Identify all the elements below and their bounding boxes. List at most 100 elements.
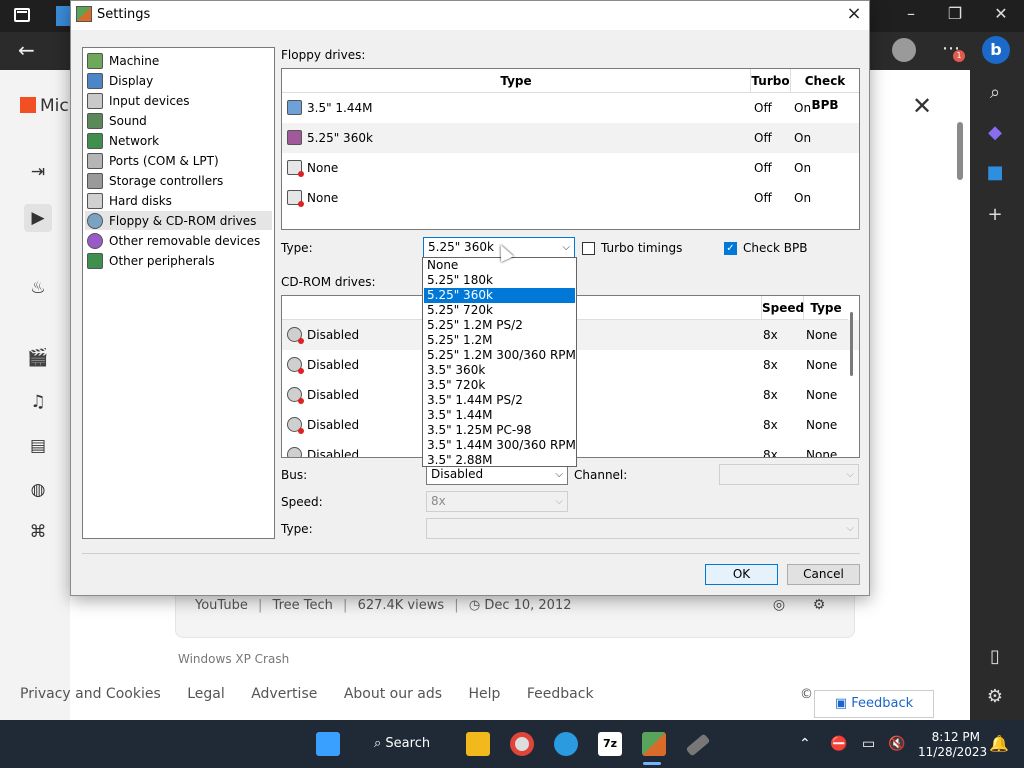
footer-link-help[interactable]: Help	[469, 686, 501, 702]
storage-controller-icon	[87, 172, 103, 189]
tree-item-ports[interactable]: Ports (COM & LPT)	[85, 151, 272, 170]
dropdown-option-selected[interactable]: 5.25" 360k	[424, 288, 575, 303]
chrome-icon[interactable]	[510, 732, 534, 756]
turbo-timings-checkbox[interactable]: Turbo timings	[582, 241, 682, 255]
dropdown-option[interactable]: 5.25" 180k	[424, 273, 575, 288]
video-thumbnail-alt[interactable]: Windows XP Crash	[178, 652, 289, 666]
footer-link-privacy[interactable]: Privacy and Cookies	[20, 686, 161, 702]
minimize-icon[interactable]: –	[896, 4, 926, 23]
7zip-icon[interactable]: 7z	[598, 732, 622, 756]
dropdown-option[interactable]: 3.5" 1.44M	[424, 408, 575, 423]
clapperboard-icon[interactable]: 🎬	[24, 344, 52, 372]
cdrom-type-select[interactable]: ⌵	[426, 518, 859, 539]
footer-link-advertise[interactable]: Advertise	[251, 686, 317, 702]
cancel-button[interactable]: Cancel	[787, 564, 860, 585]
dropdown-option[interactable]: 3.5" 1.44M PS/2	[424, 393, 575, 408]
news-icon[interactable]: ▤	[24, 432, 52, 460]
collapse-nav-icon[interactable]: ⇥	[24, 158, 52, 186]
taskbar-search[interactable]: ⌕ Search	[374, 736, 430, 751]
dropdown-option[interactable]: 3.5" 1.25M PC-98	[424, 423, 575, 438]
dropdown-option[interactable]: 5.25" 1.2M 300/360 RPM	[424, 348, 576, 363]
chevron-down-icon: ⌵	[846, 523, 854, 534]
tree-item-machine[interactable]: Machine	[85, 51, 272, 70]
globe-icon[interactable]: ◎	[770, 597, 788, 615]
video-source[interactable]: YouTube	[195, 598, 248, 613]
page-scrollbar[interactable]	[957, 122, 963, 180]
browser-tab[interactable]	[56, 6, 70, 26]
volume-icon[interactable]: 🔇	[888, 736, 905, 752]
dropdown-option[interactable]: 3.5" 360k	[424, 363, 575, 378]
network-icon[interactable]: ⛔	[830, 736, 847, 752]
display-icon[interactable]: ▭	[862, 736, 875, 752]
floppy-row[interactable]: 5.25" 360k Off On	[282, 123, 859, 153]
edge-icon[interactable]	[554, 732, 578, 756]
add-sidebar-app-icon[interactable]: +	[980, 204, 1010, 228]
tree-item-floppy-cdrom[interactable]: Floppy & CD-ROM drives	[85, 211, 272, 230]
footer-link-about-ads[interactable]: About our ads	[344, 686, 442, 702]
dialog-close-button[interactable]: ×	[841, 3, 867, 27]
floppy-525-icon	[287, 130, 302, 145]
column-header-speed[interactable]: Speed	[762, 296, 804, 320]
bing-copilot-icon[interactable]: b	[982, 36, 1010, 64]
check-bpb-checkbox[interactable]: ✓ Check BPB	[724, 241, 807, 255]
cdrom-list-scrollbar[interactable]	[850, 312, 853, 376]
dialog-title: Settings	[97, 7, 151, 22]
speed-select[interactable]: 8x ⌵	[426, 491, 568, 512]
windows-start-icon[interactable]	[316, 732, 340, 756]
notification-bell-icon[interactable]: 🔔	[989, 734, 1009, 753]
dropdown-option[interactable]: 3.5" 2.88M	[424, 453, 575, 468]
tree-item-input-devices[interactable]: Input devices	[85, 91, 272, 110]
tree-item-display[interactable]: Display	[85, 71, 272, 90]
tree-item-storage-controllers[interactable]: Storage controllers	[85, 171, 272, 190]
cdrom-disabled-icon	[287, 387, 304, 404]
window-close-icon[interactable]: ✕	[986, 4, 1016, 23]
tab-actions-icon[interactable]	[14, 8, 30, 22]
outlook-icon[interactable]: ■	[980, 162, 1010, 186]
sports-icon[interactable]: ◍	[24, 476, 52, 504]
tree-item-hard-disks[interactable]: Hard disks	[85, 191, 272, 210]
tree-item-other-removable[interactable]: Other removable devices	[85, 231, 272, 250]
video-channel[interactable]: Tree Tech	[273, 598, 333, 613]
video-icon[interactable]: ▶	[24, 204, 52, 232]
floppy-row[interactable]: None Off On	[282, 183, 859, 213]
column-header-turbo[interactable]: Turbo	[751, 69, 791, 93]
cdrom-drives-label: CD-ROM drives:	[281, 275, 376, 289]
restore-icon[interactable]: ❐	[940, 4, 970, 23]
column-header-check-bpb[interactable]: Check BPB	[791, 69, 859, 112]
copilot-icon[interactable]: ◆	[980, 122, 1010, 146]
dropdown-option[interactable]: 5.25" 720k	[424, 303, 575, 318]
column-header-type[interactable]: Type	[282, 69, 751, 93]
back-arrow-icon[interactable]: ←	[18, 38, 35, 62]
emulator-app-icon[interactable]	[642, 732, 666, 756]
tree-item-network[interactable]: Network	[85, 131, 272, 150]
cdrom-type-label: Type:	[281, 522, 313, 536]
channel-select[interactable]: ⌵	[719, 464, 859, 485]
dropdown-option[interactable]: 3.5" 720k	[424, 378, 575, 393]
floppy-row[interactable]: 3.5" 1.44M Off On	[282, 93, 859, 123]
settings-gear-icon[interactable]: ⚙	[980, 686, 1010, 710]
search-icon[interactable]: ⌕	[980, 82, 1010, 106]
dropdown-option[interactable]: 3.5" 1.44M 300/360 RPM	[424, 438, 576, 453]
dropdown-option[interactable]: 5.25" 1.2M PS/2	[424, 318, 575, 333]
close-video-icon[interactable]: ✕	[912, 92, 932, 120]
tree-item-other-peripherals[interactable]: Other peripherals	[85, 251, 272, 270]
music-note-icon[interactable]: ♫	[24, 388, 52, 416]
floppy-row[interactable]: None Off On	[282, 153, 859, 183]
file-explorer-icon[interactable]	[466, 732, 490, 756]
footer-link-feedback[interactable]: Feedback	[527, 686, 594, 702]
tray-chevron-icon[interactable]: ⌃	[799, 736, 811, 752]
safe-search-icon[interactable]: ⚙	[810, 597, 828, 615]
ok-button[interactable]: OK	[705, 564, 778, 585]
meta-sep: |	[343, 598, 348, 613]
feedback-button[interactable]: ▣ Feedback	[814, 690, 934, 718]
trending-flame-icon[interactable]: ♨	[24, 274, 52, 302]
footer-link-legal[interactable]: Legal	[187, 686, 225, 702]
dropdown-option[interactable]: 5.25" 1.2M	[424, 333, 575, 348]
tree-item-sound[interactable]: Sound	[85, 111, 272, 130]
gaming-controller-icon[interactable]: ⌘	[24, 518, 52, 546]
dialog-titlebar[interactable]: Settings ×	[71, 1, 869, 30]
taskbar-clock[interactable]: 8:12 PM 11/28/2023	[918, 730, 987, 760]
column-header-type[interactable]: Type	[804, 296, 848, 320]
profile-avatar[interactable]	[892, 38, 916, 62]
sidebar-panel-icon[interactable]: ▯	[980, 646, 1010, 670]
